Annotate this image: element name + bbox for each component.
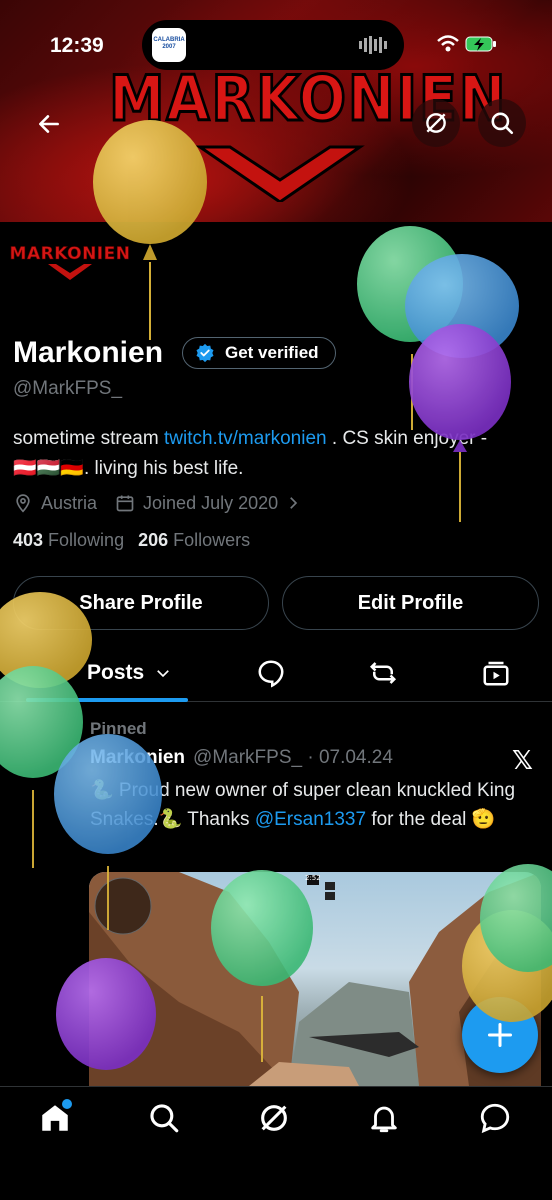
profile-joined: Joined July 2020 (143, 492, 279, 513)
status-bar: 12:39 CALABRIA 2007 (0, 0, 552, 92)
avatar-logo-text: MARKONIEN (9, 244, 131, 265)
post-author-meta: @MarkFPS_ · 07.04.24 (193, 747, 393, 768)
bottom-nav (0, 1086, 552, 1200)
following-count: 403 (13, 530, 44, 550)
profile-bio: sometime stream twitch.tv/markonien . CS… (13, 424, 513, 484)
tab-replies-icon[interactable] (256, 658, 286, 688)
back-button[interactable] (25, 100, 73, 148)
tab-posts-label: Posts (87, 661, 145, 684)
chevron-right-icon[interactable] (284, 494, 302, 512)
tab-media-icon[interactable] (481, 658, 511, 688)
following-label: Following (48, 530, 125, 550)
x-logo-icon[interactable]: 𝕏 (512, 746, 533, 776)
get-verified-label: Get verified (225, 343, 319, 362)
edit-profile-label: Edit Profile (357, 591, 464, 614)
post-author-name[interactable]: Markonien (90, 747, 185, 769)
tab-reposts-icon[interactable] (368, 658, 398, 688)
verified-badge-icon (196, 343, 214, 363)
audio-wave-icon (359, 36, 387, 54)
balloon-blue-right (405, 254, 519, 358)
post-text: 🐍 Proud new owner of super clean knuckle… (90, 776, 540, 834)
calendar-icon (116, 495, 134, 512)
grok-icon (426, 113, 446, 133)
share-profile-button[interactable]: Share Profile (13, 576, 269, 630)
followers-count: 206 (138, 530, 169, 550)
post-text-part2: for the deal 🫡 (366, 809, 496, 830)
status-time: 12:39 (50, 34, 104, 57)
edit-profile-button[interactable]: Edit Profile (282, 576, 539, 630)
tab-posts[interactable]: Posts (48, 644, 172, 702)
following-link[interactable]: 403 Following (13, 530, 124, 551)
pinned-label: Pinned (90, 719, 147, 738)
chevron-down-icon (157, 670, 170, 678)
bio-text-prefix: sometime stream (13, 428, 164, 449)
post-header: Markonien @MarkFPS_ · 07.04.24 (90, 747, 393, 769)
location-icon (16, 494, 30, 513)
share-profile-label: Share Profile (79, 591, 203, 614)
tab-active-indicator (26, 698, 188, 702)
messages-icon[interactable] (478, 1101, 512, 1135)
post-mention[interactable]: @Ersan1337 (255, 809, 366, 830)
hud-time: 2:52 (305, 874, 321, 882)
get-verified-button[interactable]: Get verified (182, 337, 336, 369)
balloon-purple-right (409, 324, 511, 522)
followers-link[interactable]: 206 Followers (138, 530, 250, 551)
bio-link[interactable]: twitch.tv/markonien (164, 428, 327, 449)
home-notification-dot (62, 1099, 72, 1109)
compose-post-button[interactable] (462, 997, 538, 1073)
plus-icon (487, 1022, 513, 1048)
follow-stats: 403 Following 206 Followers (13, 530, 250, 551)
followers-label: Followers (173, 530, 251, 550)
explore-search-icon[interactable] (147, 1101, 181, 1135)
profile-handle: @MarkFPS_ (13, 378, 123, 399)
arrow-left-icon (39, 115, 59, 133)
search-icon (491, 112, 514, 135)
grok-button[interactable] (412, 99, 460, 147)
avatar[interactable]: MARKONIEN (9, 222, 130, 294)
grok-nav-icon[interactable] (257, 1101, 291, 1135)
profile-tabs: Posts (0, 644, 552, 702)
profile-meta: Austria Joined July 2020 (13, 490, 310, 516)
search-button[interactable] (478, 99, 526, 147)
wifi-battery-icon (437, 35, 496, 52)
profile-name: Markonien (13, 336, 164, 369)
island-app-icon: CALABRIA 2007 (152, 28, 186, 62)
dynamic-island[interactable]: CALABRIA 2007 (142, 20, 404, 70)
balloon-green-right (357, 226, 463, 430)
notifications-bell-icon[interactable] (367, 1101, 401, 1135)
profile-location: Austria (41, 492, 98, 513)
